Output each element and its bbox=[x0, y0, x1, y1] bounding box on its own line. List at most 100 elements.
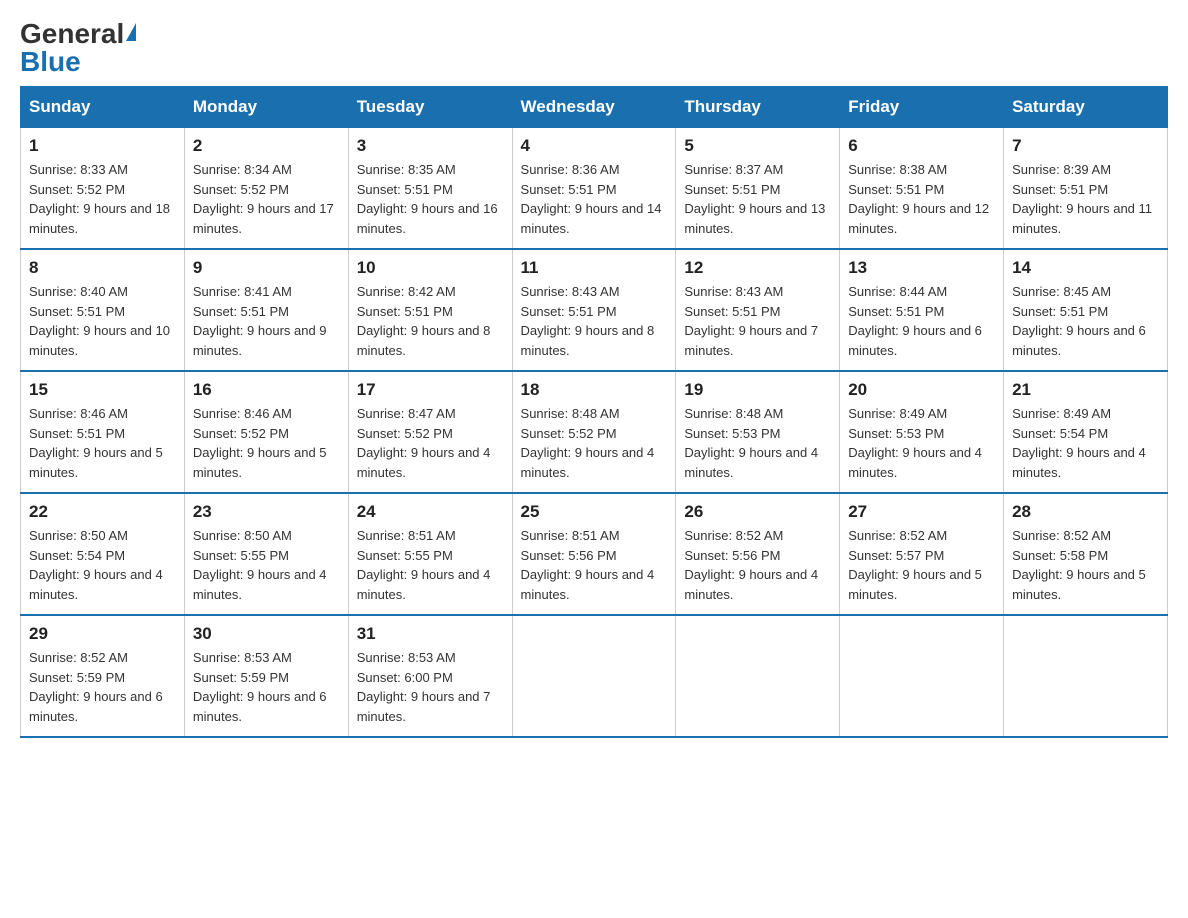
day-info: Sunrise: 8:41 AMSunset: 5:51 PMDaylight:… bbox=[193, 284, 327, 358]
day-number: 17 bbox=[357, 380, 504, 400]
calendar-week-4: 22 Sunrise: 8:50 AMSunset: 5:54 PMDaylig… bbox=[21, 493, 1168, 615]
weekday-header-row: SundayMondayTuesdayWednesdayThursdayFrid… bbox=[21, 87, 1168, 128]
day-info: Sunrise: 8:48 AMSunset: 5:53 PMDaylight:… bbox=[684, 406, 818, 480]
day-info: Sunrise: 8:52 AMSunset: 5:57 PMDaylight:… bbox=[848, 528, 982, 602]
day-info: Sunrise: 8:50 AMSunset: 5:55 PMDaylight:… bbox=[193, 528, 327, 602]
day-number: 31 bbox=[357, 624, 504, 644]
calendar-cell: 6 Sunrise: 8:38 AMSunset: 5:51 PMDayligh… bbox=[840, 128, 1004, 250]
calendar-cell bbox=[840, 615, 1004, 737]
day-number: 16 bbox=[193, 380, 340, 400]
day-info: Sunrise: 8:37 AMSunset: 5:51 PMDaylight:… bbox=[684, 162, 825, 236]
day-number: 3 bbox=[357, 136, 504, 156]
day-info: Sunrise: 8:46 AMSunset: 5:51 PMDaylight:… bbox=[29, 406, 163, 480]
calendar-table: SundayMondayTuesdayWednesdayThursdayFrid… bbox=[20, 86, 1168, 738]
calendar-cell: 27 Sunrise: 8:52 AMSunset: 5:57 PMDaylig… bbox=[840, 493, 1004, 615]
day-number: 15 bbox=[29, 380, 176, 400]
calendar-cell: 1 Sunrise: 8:33 AMSunset: 5:52 PMDayligh… bbox=[21, 128, 185, 250]
calendar-cell bbox=[512, 615, 676, 737]
day-info: Sunrise: 8:43 AMSunset: 5:51 PMDaylight:… bbox=[521, 284, 655, 358]
calendar-cell: 29 Sunrise: 8:52 AMSunset: 5:59 PMDaylig… bbox=[21, 615, 185, 737]
calendar-cell: 21 Sunrise: 8:49 AMSunset: 5:54 PMDaylig… bbox=[1004, 371, 1168, 493]
calendar-cell: 24 Sunrise: 8:51 AMSunset: 5:55 PMDaylig… bbox=[348, 493, 512, 615]
calendar-cell: 4 Sunrise: 8:36 AMSunset: 5:51 PMDayligh… bbox=[512, 128, 676, 250]
calendar-cell: 25 Sunrise: 8:51 AMSunset: 5:56 PMDaylig… bbox=[512, 493, 676, 615]
day-info: Sunrise: 8:33 AMSunset: 5:52 PMDaylight:… bbox=[29, 162, 170, 236]
day-number: 22 bbox=[29, 502, 176, 522]
day-number: 30 bbox=[193, 624, 340, 644]
calendar-cell: 10 Sunrise: 8:42 AMSunset: 5:51 PMDaylig… bbox=[348, 249, 512, 371]
day-info: Sunrise: 8:44 AMSunset: 5:51 PMDaylight:… bbox=[848, 284, 982, 358]
day-number: 9 bbox=[193, 258, 340, 278]
weekday-header-saturday: Saturday bbox=[1004, 87, 1168, 128]
day-info: Sunrise: 8:53 AMSunset: 6:00 PMDaylight:… bbox=[357, 650, 491, 724]
calendar-cell: 17 Sunrise: 8:47 AMSunset: 5:52 PMDaylig… bbox=[348, 371, 512, 493]
day-number: 28 bbox=[1012, 502, 1159, 522]
calendar-cell: 8 Sunrise: 8:40 AMSunset: 5:51 PMDayligh… bbox=[21, 249, 185, 371]
day-number: 21 bbox=[1012, 380, 1159, 400]
day-info: Sunrise: 8:45 AMSunset: 5:51 PMDaylight:… bbox=[1012, 284, 1146, 358]
calendar-week-5: 29 Sunrise: 8:52 AMSunset: 5:59 PMDaylig… bbox=[21, 615, 1168, 737]
calendar-cell: 31 Sunrise: 8:53 AMSunset: 6:00 PMDaylig… bbox=[348, 615, 512, 737]
day-info: Sunrise: 8:40 AMSunset: 5:51 PMDaylight:… bbox=[29, 284, 170, 358]
day-info: Sunrise: 8:35 AMSunset: 5:51 PMDaylight:… bbox=[357, 162, 498, 236]
day-number: 11 bbox=[521, 258, 668, 278]
calendar-cell: 19 Sunrise: 8:48 AMSunset: 5:53 PMDaylig… bbox=[676, 371, 840, 493]
calendar-cell: 15 Sunrise: 8:46 AMSunset: 5:51 PMDaylig… bbox=[21, 371, 185, 493]
day-number: 20 bbox=[848, 380, 995, 400]
day-number: 7 bbox=[1012, 136, 1159, 156]
day-info: Sunrise: 8:43 AMSunset: 5:51 PMDaylight:… bbox=[684, 284, 818, 358]
calendar-cell: 16 Sunrise: 8:46 AMSunset: 5:52 PMDaylig… bbox=[184, 371, 348, 493]
calendar-cell: 12 Sunrise: 8:43 AMSunset: 5:51 PMDaylig… bbox=[676, 249, 840, 371]
day-info: Sunrise: 8:49 AMSunset: 5:54 PMDaylight:… bbox=[1012, 406, 1146, 480]
calendar-header: SundayMondayTuesdayWednesdayThursdayFrid… bbox=[21, 87, 1168, 128]
day-info: Sunrise: 8:51 AMSunset: 5:55 PMDaylight:… bbox=[357, 528, 491, 602]
weekday-header-monday: Monday bbox=[184, 87, 348, 128]
day-info: Sunrise: 8:50 AMSunset: 5:54 PMDaylight:… bbox=[29, 528, 163, 602]
calendar-cell: 9 Sunrise: 8:41 AMSunset: 5:51 PMDayligh… bbox=[184, 249, 348, 371]
calendar-cell: 3 Sunrise: 8:35 AMSunset: 5:51 PMDayligh… bbox=[348, 128, 512, 250]
calendar-week-2: 8 Sunrise: 8:40 AMSunset: 5:51 PMDayligh… bbox=[21, 249, 1168, 371]
day-number: 26 bbox=[684, 502, 831, 522]
calendar-cell: 5 Sunrise: 8:37 AMSunset: 5:51 PMDayligh… bbox=[676, 128, 840, 250]
day-info: Sunrise: 8:39 AMSunset: 5:51 PMDaylight:… bbox=[1012, 162, 1152, 236]
calendar-cell: 22 Sunrise: 8:50 AMSunset: 5:54 PMDaylig… bbox=[21, 493, 185, 615]
day-number: 19 bbox=[684, 380, 831, 400]
day-number: 8 bbox=[29, 258, 176, 278]
calendar-week-3: 15 Sunrise: 8:46 AMSunset: 5:51 PMDaylig… bbox=[21, 371, 1168, 493]
calendar-cell bbox=[676, 615, 840, 737]
calendar-body: 1 Sunrise: 8:33 AMSunset: 5:52 PMDayligh… bbox=[21, 128, 1168, 738]
day-number: 18 bbox=[521, 380, 668, 400]
calendar-cell: 13 Sunrise: 8:44 AMSunset: 5:51 PMDaylig… bbox=[840, 249, 1004, 371]
page-header: General Blue bbox=[20, 20, 1168, 76]
calendar-week-1: 1 Sunrise: 8:33 AMSunset: 5:52 PMDayligh… bbox=[21, 128, 1168, 250]
day-info: Sunrise: 8:49 AMSunset: 5:53 PMDaylight:… bbox=[848, 406, 982, 480]
day-info: Sunrise: 8:53 AMSunset: 5:59 PMDaylight:… bbox=[193, 650, 327, 724]
calendar-cell: 30 Sunrise: 8:53 AMSunset: 5:59 PMDaylig… bbox=[184, 615, 348, 737]
weekday-header-friday: Friday bbox=[840, 87, 1004, 128]
day-info: Sunrise: 8:51 AMSunset: 5:56 PMDaylight:… bbox=[521, 528, 655, 602]
calendar-cell: 20 Sunrise: 8:49 AMSunset: 5:53 PMDaylig… bbox=[840, 371, 1004, 493]
day-info: Sunrise: 8:47 AMSunset: 5:52 PMDaylight:… bbox=[357, 406, 491, 480]
day-number: 24 bbox=[357, 502, 504, 522]
day-info: Sunrise: 8:38 AMSunset: 5:51 PMDaylight:… bbox=[848, 162, 989, 236]
day-number: 29 bbox=[29, 624, 176, 644]
day-number: 4 bbox=[521, 136, 668, 156]
day-number: 10 bbox=[357, 258, 504, 278]
day-info: Sunrise: 8:36 AMSunset: 5:51 PMDaylight:… bbox=[521, 162, 662, 236]
calendar-cell bbox=[1004, 615, 1168, 737]
day-number: 13 bbox=[848, 258, 995, 278]
day-info: Sunrise: 8:42 AMSunset: 5:51 PMDaylight:… bbox=[357, 284, 491, 358]
weekday-header-tuesday: Tuesday bbox=[348, 87, 512, 128]
logo-general-text: General bbox=[20, 20, 124, 48]
day-number: 25 bbox=[521, 502, 668, 522]
day-info: Sunrise: 8:46 AMSunset: 5:52 PMDaylight:… bbox=[193, 406, 327, 480]
day-number: 14 bbox=[1012, 258, 1159, 278]
day-number: 2 bbox=[193, 136, 340, 156]
calendar-cell: 7 Sunrise: 8:39 AMSunset: 5:51 PMDayligh… bbox=[1004, 128, 1168, 250]
day-info: Sunrise: 8:48 AMSunset: 5:52 PMDaylight:… bbox=[521, 406, 655, 480]
day-info: Sunrise: 8:34 AMSunset: 5:52 PMDaylight:… bbox=[193, 162, 334, 236]
calendar-cell: 2 Sunrise: 8:34 AMSunset: 5:52 PMDayligh… bbox=[184, 128, 348, 250]
calendar-cell: 18 Sunrise: 8:48 AMSunset: 5:52 PMDaylig… bbox=[512, 371, 676, 493]
day-number: 1 bbox=[29, 136, 176, 156]
calendar-cell: 28 Sunrise: 8:52 AMSunset: 5:58 PMDaylig… bbox=[1004, 493, 1168, 615]
